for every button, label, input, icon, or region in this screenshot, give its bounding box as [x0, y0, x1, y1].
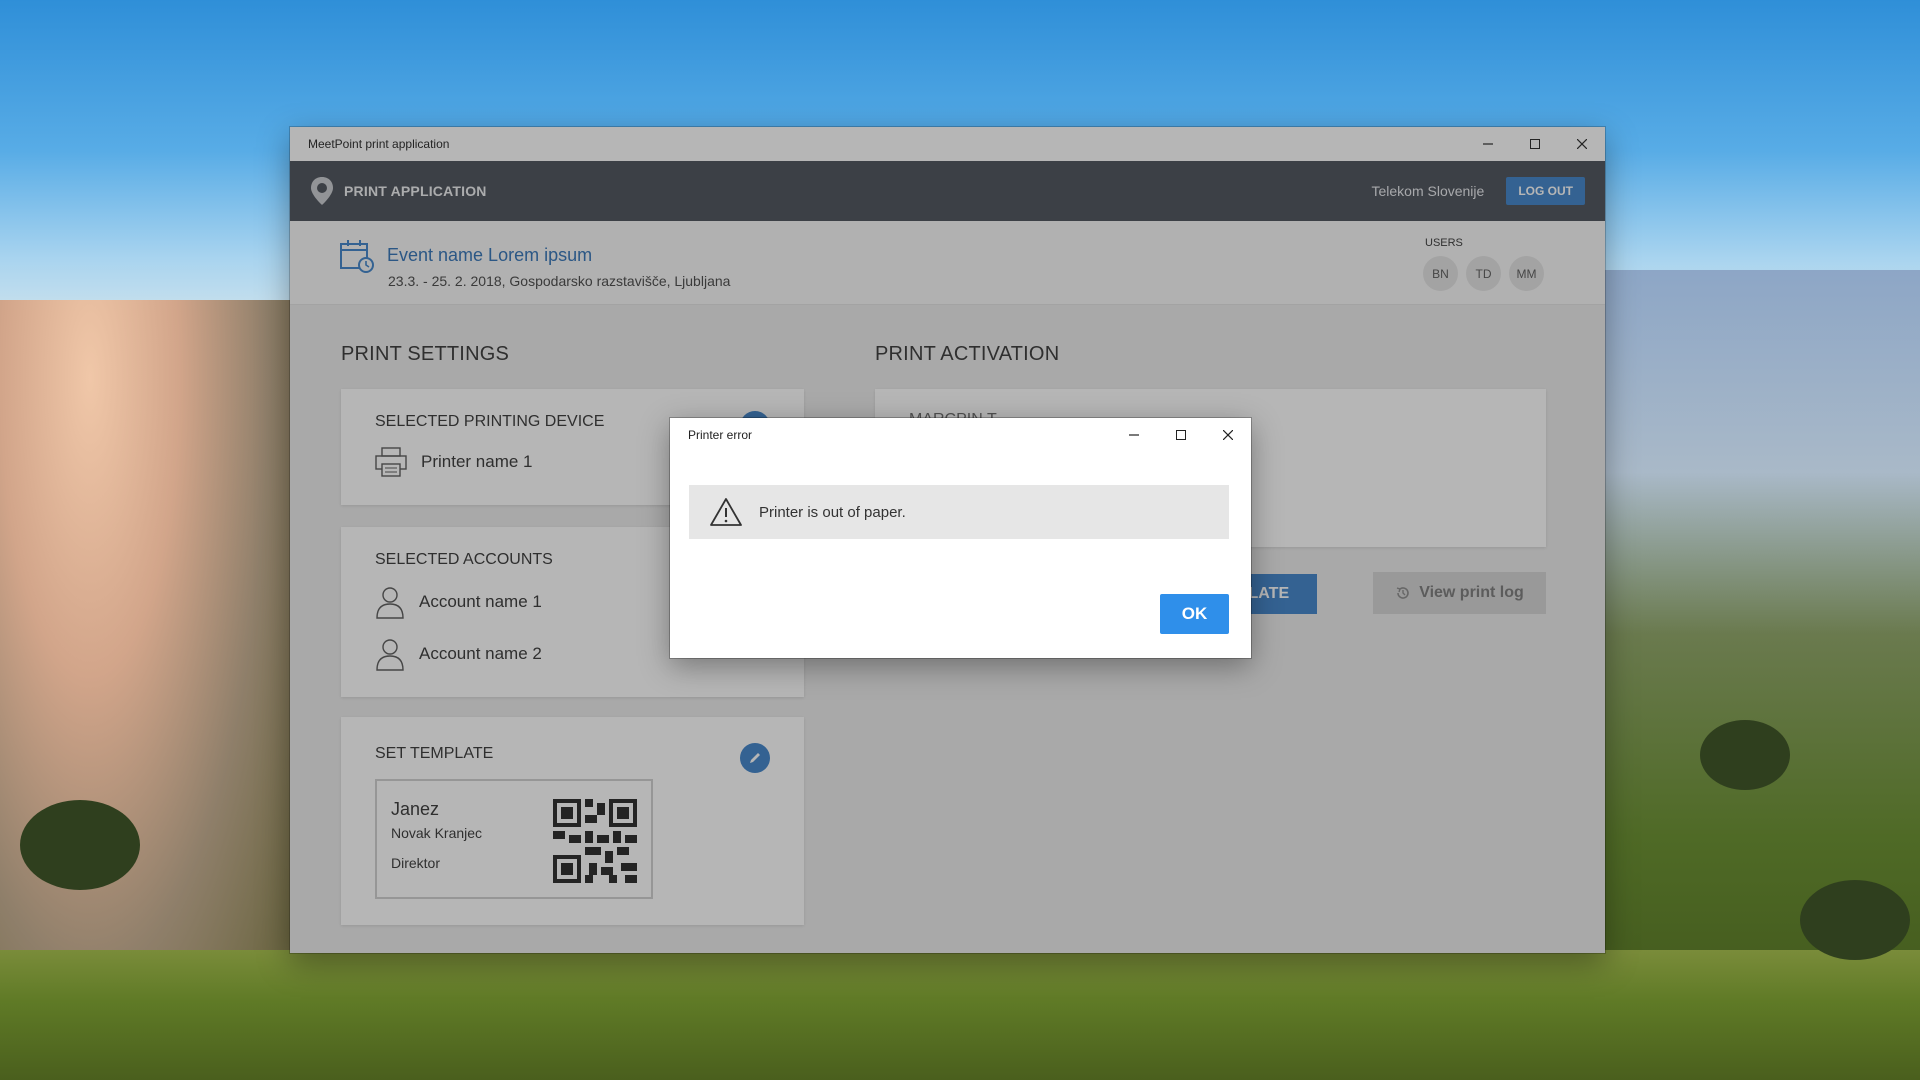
background-tree: [20, 800, 140, 890]
close-icon[interactable]: [1204, 418, 1251, 452]
dialog-title: Printer error: [688, 428, 753, 442]
printer-error-dialog: Printer error Printer is out of paper. O…: [670, 418, 1251, 658]
dialog-titlebar: Printer error: [670, 418, 1251, 452]
background-tree: [1800, 880, 1910, 960]
dialog-message-box: Printer is out of paper.: [689, 485, 1229, 539]
background-ground: [0, 950, 1920, 1080]
ok-button[interactable]: OK: [1160, 594, 1229, 634]
dialog-message: Printer is out of paper.: [759, 503, 906, 521]
warning-icon: [710, 498, 742, 526]
minimize-icon[interactable]: [1110, 418, 1157, 452]
background-tree: [1700, 720, 1790, 790]
maximize-icon[interactable]: [1157, 418, 1204, 452]
